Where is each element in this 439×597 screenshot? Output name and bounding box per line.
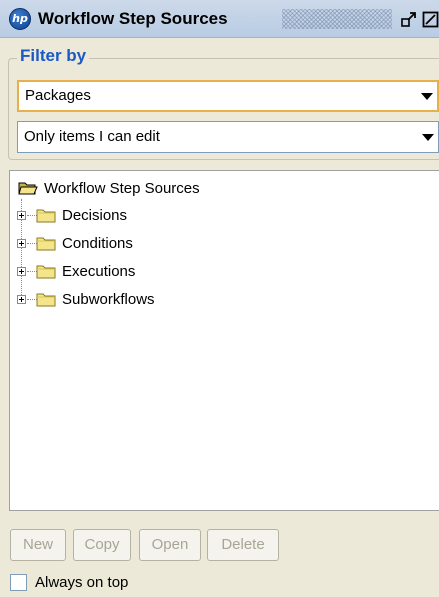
expand-executions-icon[interactable] [17, 267, 26, 276]
hp-logo-icon: hp [9, 8, 31, 30]
scope-filter-dropdown[interactable]: Only items I can edit [17, 121, 439, 153]
tree-view[interactable]: Workflow Step Sources Decisions Conditio… [9, 170, 439, 511]
folder-icon [36, 265, 56, 279]
tree-item-decisions[interactable]: Decisions [36, 204, 127, 226]
folder-icon [36, 209, 56, 223]
expand-decisions-icon[interactable] [17, 211, 26, 220]
tree-item-label: Conditions [62, 234, 133, 252]
expand-conditions-icon[interactable] [17, 239, 26, 248]
always-on-top-label: Always on top [35, 573, 129, 591]
tree-item-conditions[interactable]: Conditions [36, 232, 133, 254]
tree-item-label: Subworkflows [62, 290, 155, 308]
tree-root-label: Workflow Step Sources [44, 179, 200, 197]
new-button[interactable]: New [10, 529, 66, 561]
type-filter-value: Packages [25, 87, 91, 104]
open-folder-icon [18, 182, 38, 195]
title-bar[interactable]: hp Workflow Step Sources [0, 0, 439, 38]
folder-icon [36, 293, 56, 307]
chevron-down-icon[interactable] [422, 134, 434, 141]
always-on-top-option[interactable]: Always on top [10, 572, 128, 592]
copy-button[interactable]: Copy [73, 529, 131, 561]
expand-subworkflows-icon[interactable] [17, 295, 26, 304]
tree-item-label: Decisions [62, 206, 128, 224]
tree-item-executions[interactable]: Executions [36, 260, 135, 282]
filter-legend: Filter by [17, 46, 90, 66]
folder-icon [36, 237, 56, 251]
window-title: Workflow Step Sources [38, 9, 228, 28]
maximize-icon[interactable] [422, 11, 439, 28]
tree-item-subworkflows[interactable]: Subworkflows [36, 288, 155, 310]
type-filter-dropdown[interactable]: Packages [17, 80, 439, 112]
tree-root-item[interactable]: Workflow Step Sources [18, 177, 200, 199]
chevron-down-icon[interactable] [421, 93, 433, 100]
hp-logo-text: hp [12, 12, 28, 25]
always-on-top-checkbox[interactable] [10, 573, 27, 591]
undock-icon[interactable] [401, 11, 418, 28]
open-button[interactable]: Open [139, 529, 201, 561]
scope-filter-value: Only items I can edit [24, 128, 160, 145]
delete-button[interactable]: Delete [207, 529, 279, 561]
drag-grip[interactable] [282, 9, 392, 29]
tree-item-label: Executions [62, 262, 136, 280]
